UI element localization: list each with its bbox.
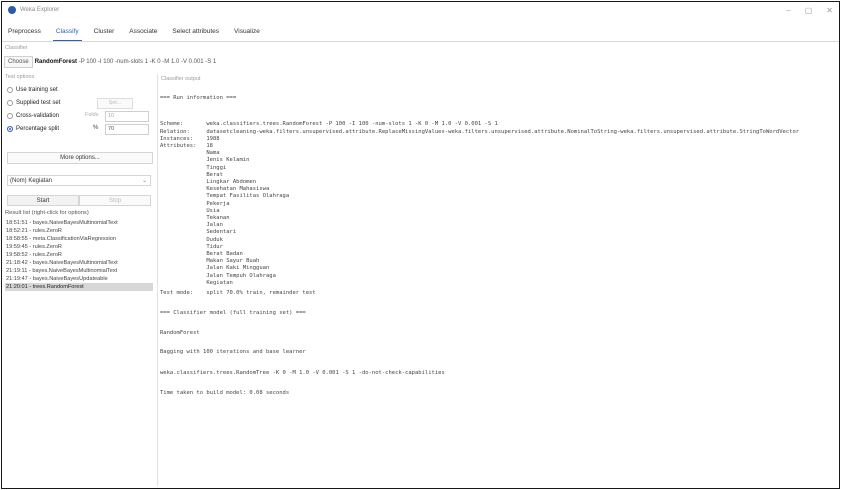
output-line: Jenis Kelamin [160, 157, 250, 164]
output-line: === Run information === [160, 95, 237, 101]
result-list-item[interactable]: 18:52:21 - rules.ZeroR [5, 227, 153, 235]
classifier-options: -P 100 -I 100 -num-slots 1 -K 0 -M 1.0 -… [77, 59, 217, 65]
weka-bird-icon [8, 6, 16, 14]
classifier-row: Choose RandomForest -P 100 -I 100 -num-s… [4, 56, 835, 68]
output-line: Scheme: weka.classifiers.trees.RandomFor… [160, 121, 498, 128]
tab-select-attributes[interactable]: Select attributes [169, 27, 222, 41]
result-list-item[interactable]: 19:58:52 - rules.ZeroR [5, 251, 153, 259]
choose-button[interactable]: Choose [4, 56, 33, 68]
output-line: Nama [160, 150, 220, 157]
tab-bar: Preprocess Classify Cluster Associate Se… [2, 27, 839, 41]
result-list-item[interactable]: 18:58:55 - meta.ClassificationViaRegress… [5, 235, 153, 243]
output-line: Tidur [160, 243, 223, 250]
chevron-down-icon: ⌄ [141, 178, 147, 184]
classifier-config-field[interactable]: RandomForest -P 100 -I 100 -num-slots 1 … [35, 57, 835, 67]
output-line: Berat Badan [160, 251, 243, 257]
target-class-value: (Nom) Kegiatan [10, 178, 53, 184]
weka-explorer-window: Weka Explorer – ▢ ✕ Preprocess Classify … [1, 1, 840, 489]
title-bar: Weka Explorer – ▢ ✕ [2, 2, 839, 18]
tab-classify[interactable]: Classify [52, 27, 82, 41]
output-line: Tempat Fasilitas Olahraga [160, 193, 290, 200]
result-list-item[interactable]: 18:51:51 - bayes.NaiveBayesMultinomialTe… [5, 219, 153, 227]
tabs-divider [2, 41, 839, 42]
result-list-item[interactable]: 21:18:42 - bayes.NaiveBayesMultinomialTe… [5, 259, 153, 267]
window-controls: – ▢ ✕ [786, 2, 833, 18]
output-line: Jalan Tempuh Olahraga [160, 272, 276, 279]
maximize-icon[interactable]: ▢ [805, 6, 813, 15]
set-button[interactable]: Set... [97, 98, 133, 109]
stop-button[interactable]: Stop [79, 195, 151, 206]
output-line: Lingkar Abdomen [160, 179, 257, 185]
minimize-icon[interactable]: – [786, 6, 790, 15]
output-line: Kesehatan Mahasiswa [160, 186, 270, 193]
percentage-split-label: Percentage split [16, 125, 60, 132]
radio-percentage-split[interactable] [7, 125, 13, 132]
output-line: Kegiatan [160, 279, 233, 286]
result-list-item[interactable]: 19:59:45 - rules.ZeroR [5, 243, 153, 251]
output-line: Makan Sayur Buah [160, 258, 260, 265]
percent-symbol: % [93, 125, 99, 131]
result-list-legend: Result list (right-click for options) [5, 210, 89, 216]
output-line: weka.classifiers.trees.RandomTree -K 0 -… [160, 369, 445, 376]
radio-supplied-test-set[interactable] [7, 99, 13, 106]
result-list-item[interactable]: 21:19:11 - bayes.NaiveBayesMultinomialTe… [5, 267, 153, 275]
cross-validation-label: Cross-validation [16, 112, 60, 119]
output-line: Bagging with 100 iterations and base lea… [160, 349, 306, 356]
radio-cross-validation[interactable] [7, 112, 13, 119]
output-line: Time taken to build model: 0.08 seconds [160, 390, 290, 396]
result-list-item[interactable]: 21:19:47 - bayes.NaiveBayesUpdateable [5, 275, 153, 283]
folds-label: Folds [85, 112, 99, 118]
tab-visualize[interactable]: Visualize [231, 27, 263, 41]
classifier-output-legend: Classifier output [161, 76, 201, 82]
test-options-legend: Test options [5, 74, 35, 80]
use-training-set-option[interactable]: Use training set [5, 84, 153, 95]
output-line: Tekanan [160, 215, 230, 221]
percentage-input[interactable]: 70 [105, 124, 149, 135]
result-list-item-selected[interactable]: 21:20:01 - trees.RandomForest [5, 283, 153, 291]
output-line: Duduk [160, 236, 223, 243]
output-line: Tinggi [160, 164, 227, 171]
use-training-set-label: Use training set [16, 86, 58, 93]
output-line: RandomForest [160, 329, 200, 336]
classifier-legend: Classifier [5, 45, 28, 51]
close-icon[interactable]: ✕ [826, 6, 833, 15]
target-class-select[interactable]: (Nom) Kegiatan ⌄ [7, 175, 151, 186]
output-line: Instances: 1988 [160, 135, 220, 142]
window-title: Weka Explorer [20, 7, 60, 13]
output-line: Pekerja [160, 200, 230, 207]
tab-preprocess[interactable]: Preprocess [5, 27, 44, 41]
output-line: Relation: datasetcleaning-weka.filters.u… [160, 128, 800, 135]
supplied-test-set-label: Supplied test set [16, 99, 61, 106]
output-line: Sedentari [160, 229, 237, 236]
output-line: Jalan [160, 222, 223, 229]
radio-use-training-set[interactable] [7, 86, 13, 93]
output-line: Berat [160, 171, 223, 178]
folds-input[interactable]: 10 [105, 111, 149, 122]
output-line: Attributes: 18 [160, 143, 213, 149]
output-line: Test mode: split 70.0% train, remainder … [160, 290, 316, 296]
more-options-button[interactable]: More options... [7, 152, 153, 164]
start-stop-row: Start Stop [7, 195, 151, 206]
output-line: Jalan Kaki Mingguan [160, 265, 270, 272]
output-line: Usia [160, 207, 220, 214]
result-list: 18:51:51 - bayes.NaiveBayesMultinomialTe… [5, 219, 153, 291]
tab-associate[interactable]: Associate [126, 27, 160, 41]
right-panel: Classifier output === Run information ==… [157, 74, 838, 486]
classifier-output-text[interactable]: === Run information === Scheme: weka.clas… [160, 88, 836, 484]
output-line: === Classifier model (full training set)… [160, 310, 306, 317]
classifier-name: RandomForest [34, 59, 78, 65]
left-panel: Test options Use training set Supplied t… [5, 74, 153, 484]
tab-cluster[interactable]: Cluster [91, 27, 118, 41]
start-button[interactable]: Start [7, 195, 79, 206]
